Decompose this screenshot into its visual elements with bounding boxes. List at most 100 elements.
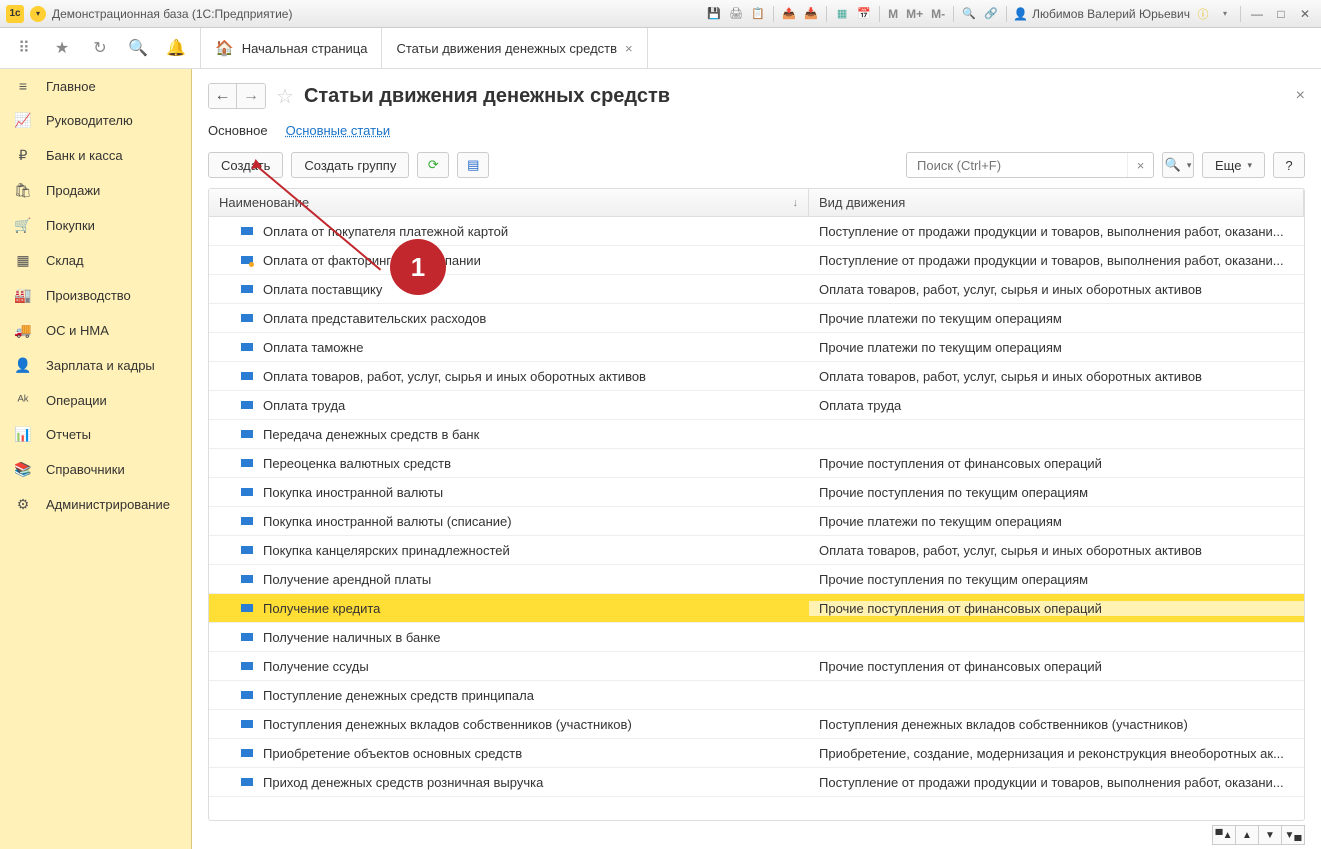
more-button[interactable]: Еще▾	[1202, 152, 1265, 178]
print-icon[interactable]: 🖨	[727, 5, 745, 23]
table-row[interactable]: Приобретение объектов основных средств П…	[209, 739, 1304, 768]
nav-back-button[interactable]: ←	[209, 84, 237, 108]
history-icon[interactable]: ↻	[90, 38, 110, 58]
scroll-bottom-button[interactable]: ▼▄	[1281, 825, 1305, 845]
sidebar-icon: ▦	[14, 252, 32, 269]
table-row[interactable]: Оплата поставщику Оплата товаров, работ,…	[209, 275, 1304, 304]
favorites-icon[interactable]: ★	[52, 38, 72, 58]
table-row[interactable]: Оплата от покупателя платежной картой По…	[209, 217, 1304, 246]
calc-icon[interactable]: ▦	[833, 5, 851, 23]
sidebar-item-label: Главное	[46, 79, 96, 94]
search-input[interactable]	[907, 153, 1127, 177]
sidebar-item-8[interactable]: 👤Зарплата и кадры	[0, 348, 191, 383]
table-row[interactable]: Покупка иностранной валюты (списание) Пр…	[209, 507, 1304, 536]
sidebar-item-0[interactable]: ≡Главное	[0, 69, 191, 103]
info-dropdown[interactable]: ▾	[1216, 5, 1234, 23]
copy-icon[interactable]: 📋	[749, 5, 767, 23]
nav-forward-button[interactable]: →	[237, 84, 265, 108]
close-window-button[interactable]: ✕	[1295, 6, 1315, 22]
tab-home[interactable]: 🏠 Начальная страница	[201, 28, 382, 68]
table-row[interactable]: Оплата от факторинговой компании Поступл…	[209, 246, 1304, 275]
table-row[interactable]: Оплата представительских расходов Прочие…	[209, 304, 1304, 333]
list-button[interactable]: ▤	[457, 152, 489, 178]
annotation-badge: 1	[390, 239, 446, 295]
sidebar-item-6[interactable]: 🏭Производство	[0, 278, 191, 313]
sidebar-item-5[interactable]: ▦Склад	[0, 243, 191, 278]
search-clear-icon[interactable]: ×	[1127, 153, 1153, 177]
apps-icon[interactable]: ⠿	[14, 38, 34, 58]
search-icon[interactable]: 🔍	[128, 38, 148, 58]
tab-close-icon[interactable]: ×	[625, 41, 633, 56]
info-icon[interactable]: ⓘ	[1194, 5, 1212, 23]
sidebar-item-3[interactable]: 🛍Продажи	[0, 173, 191, 208]
app-menu-dropdown[interactable]: ▾	[30, 6, 46, 22]
row-name-text: Получение наличных в банке	[263, 630, 440, 645]
sidebar-item-7[interactable]: 🚚ОС и НМА	[0, 313, 191, 348]
notifications-icon[interactable]: 🔔	[166, 38, 186, 58]
sidebar-item-11[interactable]: 📚Справочники	[0, 452, 191, 487]
item-icon	[241, 343, 253, 351]
table-row[interactable]: Передача денежных средств в банк	[209, 420, 1304, 449]
scroll-top-button[interactable]: ▀▲	[1212, 825, 1236, 845]
row-name-text: Оплата товаров, работ, услуг, сырья и ин…	[263, 369, 646, 384]
table-row[interactable]: Оплата товаров, работ, услуг, сырья и ин…	[209, 362, 1304, 391]
find-button[interactable]: 🔍▾	[1162, 152, 1194, 178]
maximize-button[interactable]: □	[1271, 6, 1291, 22]
page-close-button[interactable]: ×	[1296, 87, 1305, 105]
cell-type: Прочие поступления по текущим операциям	[809, 572, 1304, 587]
table-row[interactable]: Покупка канцелярских принадлежностей Опл…	[209, 536, 1304, 565]
table-row[interactable]: Поступления денежных вкладов собственник…	[209, 710, 1304, 739]
receive-icon[interactable]: 📥	[802, 5, 820, 23]
sidebar-item-2[interactable]: ₽Банк и касса	[0, 138, 191, 173]
help-button[interactable]: ?	[1273, 152, 1305, 178]
table-row[interactable]: Получение ссуды Прочие поступления от фи…	[209, 652, 1304, 681]
minimize-button[interactable]: —	[1247, 6, 1267, 22]
cell-name: Приобретение объектов основных средств	[209, 746, 809, 761]
cell-type: Прочие платежи по текущим операциям	[809, 340, 1304, 355]
sidebar-item-12[interactable]: ⚙Администрирование	[0, 487, 191, 522]
memory-m-plus[interactable]: M+	[904, 7, 925, 21]
row-name-text: Получение кредита	[263, 601, 380, 616]
favorite-star-icon[interactable]: ☆	[276, 84, 294, 109]
zoom-icon[interactable]: 🔍	[960, 5, 978, 23]
sidebar-item-4[interactable]: 🛒Покупки	[0, 208, 191, 243]
sidebar-item-10[interactable]: 📊Отчеты	[0, 417, 191, 452]
current-user[interactable]: 👤 Любимов Валерий Юрьевич	[1013, 7, 1190, 21]
save-icon[interactable]: 💾	[705, 5, 723, 23]
sidebar-item-9[interactable]: ᴬᵏОперации	[0, 383, 191, 417]
cell-name: Получение арендной платы	[209, 572, 809, 587]
refresh-button[interactable]: ⟳	[417, 152, 449, 178]
tab-cash-flow-items[interactable]: Статьи движения денежных средств ×	[382, 28, 647, 68]
calendar-icon[interactable]: 📅	[855, 5, 873, 23]
memory-m[interactable]: M	[886, 7, 900, 21]
cell-type: Прочие поступления от финансовых операци…	[809, 659, 1304, 674]
scroll-up-button[interactable]: ▲	[1235, 825, 1259, 845]
tab-bar: 🏠 Начальная страница Статьи движения ден…	[200, 28, 648, 68]
table-row[interactable]: Переоценка валютных средств Прочие посту…	[209, 449, 1304, 478]
link-icon[interactable]: 🔗	[982, 5, 1000, 23]
cell-name: Поступление денежных средств принципала	[209, 688, 809, 703]
subtab-main-items[interactable]: Основные статьи	[286, 123, 391, 138]
memory-m-minus[interactable]: M-	[929, 7, 947, 21]
sidebar-item-1[interactable]: 📈Руководителю	[0, 103, 191, 138]
create-group-button[interactable]: Создать группу	[291, 152, 409, 178]
sidebar-icon: 🛒	[14, 217, 32, 234]
table-row[interactable]: Покупка иностранной валюты Прочие поступ…	[209, 478, 1304, 507]
column-type[interactable]: Вид движения	[809, 189, 1304, 216]
table-row[interactable]: Поступление денежных средств принципала	[209, 681, 1304, 710]
table-row[interactable]: Оплата труда Оплата труда	[209, 391, 1304, 420]
table-row[interactable]: Оплата таможне Прочие платежи по текущим…	[209, 333, 1304, 362]
subtab-main[interactable]: Основное	[208, 123, 268, 138]
table-row[interactable]: Получение наличных в банке	[209, 623, 1304, 652]
scroll-down-button[interactable]: ▼	[1258, 825, 1282, 845]
cell-type: Прочие платежи по текущим операциям	[809, 514, 1304, 529]
send-icon[interactable]: 📤	[780, 5, 798, 23]
table-row[interactable]: Получение арендной платы Прочие поступле…	[209, 565, 1304, 594]
table-row[interactable]: Приход денежных средств розничная выручк…	[209, 768, 1304, 797]
row-name-text: Приобретение объектов основных средств	[263, 746, 522, 761]
create-button[interactable]: Создать	[208, 152, 283, 178]
cell-type: Оплата труда	[809, 398, 1304, 413]
sort-indicator-icon: ↓	[793, 197, 799, 209]
table-row[interactable]: Получение кредита Прочие поступления от …	[209, 594, 1304, 623]
cell-type: Прочие поступления от финансовых операци…	[809, 601, 1304, 616]
